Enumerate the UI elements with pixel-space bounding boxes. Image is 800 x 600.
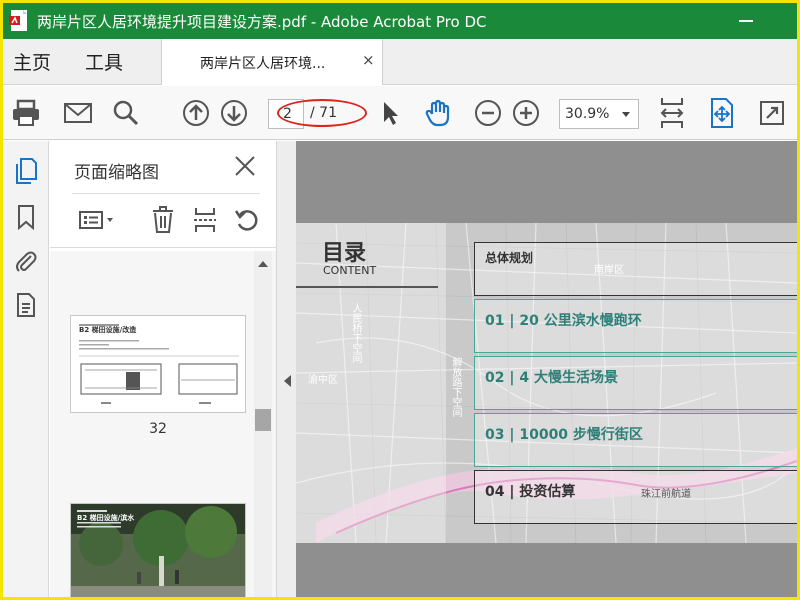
- acrobat-window: 两岸片区人居环境提升项目建设方案.pdf - Adobe Acrobat Pro…: [0, 0, 800, 600]
- thumbnail-scrollbar[interactable]: [254, 251, 272, 597]
- toc-entry-04: 04 | 投资估算: [474, 470, 797, 524]
- rotate-page-icon[interactable]: [232, 205, 262, 235]
- thumbnail-page-label: 32: [149, 421, 167, 437]
- hand-tool-icon[interactable]: [421, 96, 455, 130]
- title-bar: 两岸片区人居环境提升项目建设方案.pdf - Adobe Acrobat Pro…: [3, 3, 797, 39]
- page-thumbnail-32[interactable]: B2 梯田设施/改造: [70, 315, 246, 413]
- panel-title: 页面缩略图: [74, 163, 159, 183]
- page-thumbnail-33[interactable]: B2 梯田设施/滨水: [70, 503, 246, 597]
- print-icon[interactable]: [9, 96, 43, 130]
- bookmark-icon[interactable]: [13, 203, 39, 231]
- panel-splitter[interactable]: [276, 141, 296, 597]
- next-page-icon[interactable]: [217, 96, 251, 130]
- chevron-down-icon: [622, 112, 630, 117]
- map-label: 南岸区: [594, 265, 624, 276]
- toc-entry-text: 02 | 4 大慢生活场景: [485, 370, 618, 386]
- scroll-up-icon[interactable]: [258, 261, 268, 267]
- pdf-page: 目录 CONTENT 总体规划 01 | 20 公里滨水慢跑环 02 | 4 大…: [296, 223, 797, 543]
- thumbnail-options-icon[interactable]: [78, 205, 116, 235]
- map-label: 人民桥下空间: [350, 303, 361, 363]
- panel-divider: [72, 193, 260, 194]
- tab-home[interactable]: 主页: [13, 48, 51, 75]
- page-thumbnails-icon[interactable]: [13, 157, 39, 185]
- window-title: 两岸片区人居环境提升项目建设方案.pdf - Adobe Acrobat Pro…: [37, 12, 487, 31]
- extract-pages-icon[interactable]: [190, 205, 220, 235]
- collapse-panel-icon[interactable]: [284, 375, 291, 387]
- toc-entry-text: 总体规划: [485, 251, 534, 265]
- previous-page-icon[interactable]: [179, 96, 213, 130]
- toc-title: 目录: [322, 241, 367, 266]
- toc-entry-overall: 总体规划: [474, 242, 797, 296]
- panel-divider: [50, 247, 276, 248]
- zoom-select[interactable]: 30.9%: [559, 99, 639, 129]
- map-label: 渝中区: [308, 375, 338, 386]
- select-cursor-icon[interactable]: [373, 96, 407, 130]
- scrollbar-thumb[interactable]: [255, 409, 271, 431]
- attachment-icon[interactable]: [13, 247, 39, 275]
- toc-underline: [296, 286, 438, 288]
- map-label: 解放路下空间: [450, 357, 461, 417]
- thumbnail-header: B2 梯田设施/滨水: [77, 514, 135, 522]
- red-annotation-circle: [277, 99, 367, 127]
- tab-tools[interactable]: 工具: [85, 48, 123, 75]
- map-label: 珠江前航道: [641, 489, 691, 500]
- toc-entry-text: 01 | 20 公里滨水慢跑环: [485, 313, 642, 329]
- zoom-in-icon[interactable]: [509, 96, 543, 130]
- toc-entry-03: 03 | 10000 步慢行街区: [474, 413, 797, 467]
- fit-page-icon[interactable]: [705, 96, 739, 130]
- toc-entry-text: 04 | 投资估算: [485, 484, 576, 500]
- full-screen-icon[interactable]: [755, 96, 789, 130]
- document-tab-label: 两岸片区人居环境...: [200, 56, 326, 72]
- toc-entry-text: 03 | 10000 步慢行街区: [485, 427, 643, 443]
- tab-bar: 主页 工具 两岸片区人居环境... ×: [3, 39, 797, 85]
- toc-entry-02: 02 | 4 大慢生活场景: [474, 356, 797, 410]
- thumbnails-panel: 页面缩略图 B2 梯田设施/改造 32 B2 梯田设施/滨水: [50, 141, 276, 597]
- delete-page-icon[interactable]: [148, 205, 178, 235]
- thumbnail-list: B2 梯田设施/改造 32 B2 梯田设施/滨水: [50, 251, 250, 597]
- main-toolbar: 2 / 71 30.9%: [3, 86, 797, 140]
- fit-width-icon[interactable]: [655, 96, 689, 130]
- acrobat-app-icon: [7, 8, 33, 34]
- thumbnail-scroll-area[interactable]: B2 梯田设施/改造 32 B2 梯田设施/滨水: [50, 251, 276, 597]
- left-navigation-rail: [3, 141, 49, 597]
- thumbnail-header: B2 梯田设施/改造: [79, 326, 137, 334]
- toc-subtitle: CONTENT: [323, 264, 377, 277]
- email-icon[interactable]: [61, 96, 95, 130]
- tab-document[interactable]: 两岸片区人居环境... ×: [161, 39, 383, 85]
- zoom-out-icon[interactable]: [471, 96, 505, 130]
- minimize-icon[interactable]: [739, 20, 753, 22]
- close-tab-icon[interactable]: ×: [362, 51, 375, 69]
- toc-entry-01: 01 | 20 公里滨水慢跑环: [474, 299, 797, 353]
- document-view[interactable]: 目录 CONTENT 总体规划 01 | 20 公里滨水慢跑环 02 | 4 大…: [296, 141, 797, 597]
- document-properties-icon[interactable]: [13, 291, 39, 319]
- search-icon[interactable]: [109, 96, 143, 130]
- zoom-value: 30.9%: [565, 106, 610, 122]
- close-panel-icon[interactable]: [234, 155, 256, 177]
